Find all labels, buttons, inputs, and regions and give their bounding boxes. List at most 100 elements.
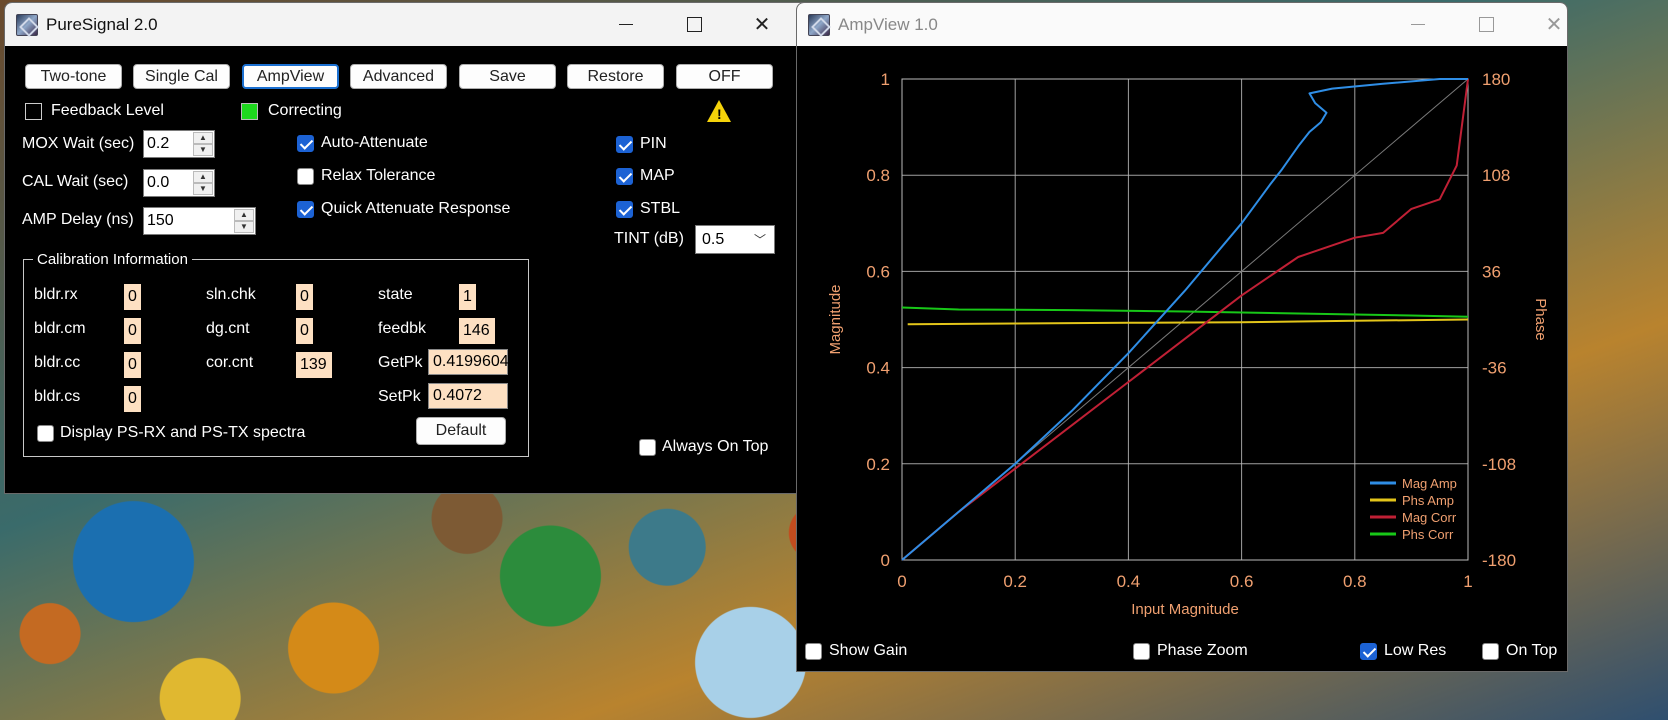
relax-tolerance-label: Relax Tolerance bbox=[321, 167, 436, 184]
map-label: MAP bbox=[640, 167, 675, 184]
relax-tolerance-checkbox[interactable] bbox=[297, 168, 314, 185]
display-spectra-label: Display PS-RX and PS-TX spectra bbox=[60, 424, 306, 441]
quick-attenuate-label: Quick Attenuate Response bbox=[321, 200, 511, 217]
bldr-rx-value: 0 bbox=[124, 284, 141, 310]
amp-delay-stepper[interactable]: 150 ▲ ▼ bbox=[143, 207, 256, 235]
restore-button[interactable]: Restore bbox=[567, 64, 664, 89]
cor-cnt-label: cor.cnt bbox=[206, 354, 254, 371]
tint-label: TINT (dB) bbox=[614, 230, 684, 247]
stbl-checkbox[interactable] bbox=[616, 201, 633, 218]
x-tick-label: 0.6 bbox=[1230, 572, 1254, 591]
feedback-level-label: Feedback Level bbox=[51, 102, 164, 119]
minimize-icon[interactable] bbox=[1383, 3, 1453, 46]
minimize-icon[interactable] bbox=[591, 3, 661, 46]
y-tick-label: 0.8 bbox=[866, 166, 890, 185]
series-line-phs-corr bbox=[901, 306, 1469, 318]
down-arrow-icon[interactable]: ▼ bbox=[234, 221, 254, 233]
bldr-rx-label: bldr.rx bbox=[34, 286, 78, 303]
y2-tick-label: 36 bbox=[1482, 262, 1501, 281]
app-icon bbox=[16, 13, 38, 36]
show-gain-label: Show Gain bbox=[829, 642, 908, 659]
y-tick-label: 0.6 bbox=[866, 262, 890, 281]
phase-zoom-checkbox[interactable] bbox=[1133, 643, 1150, 660]
titlebar[interactable]: AmpView 1.0 ✕ bbox=[797, 3, 1567, 46]
save-button[interactable]: Save bbox=[459, 64, 556, 89]
cal-wait-stepper[interactable]: 0.0 ▲ ▼ bbox=[143, 169, 215, 197]
window-title: PureSignal 2.0 bbox=[46, 14, 158, 34]
tint-dropdown[interactable]: 0.5 ﹀ bbox=[695, 225, 775, 254]
maximize-icon[interactable] bbox=[1451, 3, 1521, 46]
tint-value: 0.5 bbox=[702, 230, 725, 248]
always-on-top-label: Always On Top bbox=[662, 438, 769, 455]
cor-cnt-value: 139 bbox=[296, 352, 332, 378]
puresignal-window: PureSignal 2.0 ✕ Two-tone Single Cal Amp… bbox=[4, 2, 842, 494]
close-icon[interactable]: ✕ bbox=[727, 3, 797, 46]
advanced-button[interactable]: Advanced bbox=[350, 64, 447, 89]
state-value: 1 bbox=[459, 284, 476, 310]
bldr-cs-label: bldr.cs bbox=[34, 388, 81, 405]
y2-tick-label: -36 bbox=[1482, 359, 1507, 378]
y-tick-label: 0.4 bbox=[866, 359, 890, 378]
display-spectra-checkbox[interactable] bbox=[37, 425, 54, 442]
ampview-window: AmpView 1.0 ✕ 0 0.2 0.4 0.6 0.8 1 0 -180 0.2 -108… bbox=[796, 2, 1568, 672]
feedbk-value: 146 bbox=[459, 318, 495, 344]
close-icon[interactable]: ✕ bbox=[1519, 3, 1567, 46]
amp-delay-value: 150 bbox=[147, 212, 174, 229]
feedback-level-checkbox[interactable] bbox=[25, 103, 42, 120]
phase-zoom-label: Phase Zoom bbox=[1157, 642, 1248, 659]
y2-tick-label: -108 bbox=[1482, 455, 1516, 474]
up-arrow-icon[interactable]: ▲ bbox=[193, 132, 213, 144]
x-tick-label: 1 bbox=[1463, 572, 1472, 591]
off-button[interactable]: OFF bbox=[676, 64, 773, 89]
ampview-button[interactable]: AmpView bbox=[242, 64, 339, 89]
bldr-cm-label: bldr.cm bbox=[34, 320, 86, 337]
show-gain-checkbox[interactable] bbox=[805, 643, 822, 660]
low-res-label: Low Res bbox=[1384, 642, 1447, 659]
amp-delay-label: AMP Delay (ns) bbox=[22, 211, 134, 228]
getpk-value: 0.4199604 bbox=[428, 349, 509, 375]
state-label: state bbox=[378, 286, 413, 303]
bldr-cm-value: 0 bbox=[124, 318, 141, 344]
legend-label: Mag Corr bbox=[1402, 510, 1457, 525]
down-arrow-icon[interactable]: ▼ bbox=[193, 144, 213, 156]
bldr-cc-label: bldr.cc bbox=[34, 354, 81, 371]
series-line-phs-amp bbox=[907, 318, 1469, 326]
calibration-info-title: Calibration Information bbox=[33, 251, 192, 268]
y2-tick-label: 180 bbox=[1482, 70, 1510, 89]
pin-checkbox[interactable] bbox=[616, 136, 633, 153]
window-title: AmpView 1.0 bbox=[838, 14, 938, 34]
on-top-checkbox[interactable] bbox=[1482, 643, 1499, 660]
down-arrow-icon[interactable]: ▼ bbox=[193, 183, 213, 195]
y-axis-label: Magnitude bbox=[827, 284, 844, 354]
getpk-label: GetPk bbox=[378, 354, 423, 371]
correcting-label: Correcting bbox=[268, 102, 342, 119]
mox-wait-value: 0.2 bbox=[147, 135, 170, 152]
cal-wait-value: 0.0 bbox=[147, 174, 170, 191]
map-checkbox[interactable] bbox=[616, 168, 633, 185]
always-on-top-checkbox[interactable] bbox=[639, 439, 656, 456]
single-cal-button[interactable]: Single Cal bbox=[133, 64, 230, 89]
low-res-checkbox[interactable] bbox=[1360, 643, 1377, 660]
cal-wait-label: CAL Wait (sec) bbox=[22, 173, 129, 190]
x-tick-label: 0.2 bbox=[1003, 572, 1027, 591]
on-top-label: On Top bbox=[1506, 642, 1558, 659]
bldr-cs-value: 0 bbox=[124, 386, 141, 412]
auto-attenuate-checkbox[interactable] bbox=[297, 135, 314, 152]
x-tick-label: 0.8 bbox=[1343, 572, 1367, 591]
up-arrow-icon[interactable]: ▲ bbox=[193, 171, 213, 183]
mox-wait-stepper[interactable]: 0.2 ▲ ▼ bbox=[143, 130, 215, 158]
maximize-icon[interactable] bbox=[659, 3, 729, 46]
y2-tick-label: -180 bbox=[1482, 551, 1516, 570]
titlebar[interactable]: PureSignal 2.0 ✕ bbox=[5, 3, 841, 46]
quick-attenuate-checkbox[interactable] bbox=[297, 201, 314, 218]
pin-label: PIN bbox=[640, 135, 667, 152]
bldr-cc-value: 0 bbox=[124, 352, 141, 378]
warning-icon-mark: ! bbox=[717, 106, 722, 122]
y2-axis-label: Phase bbox=[1532, 298, 1549, 341]
amp-chart: 0 0.2 0.4 0.6 0.8 1 0 -180 0.2 -108 0.4 -36 0.6 36 0.8… bbox=[827, 70, 1549, 618]
up-arrow-icon[interactable]: ▲ bbox=[234, 209, 254, 221]
y-tick-label: 1 bbox=[881, 70, 890, 89]
default-button[interactable]: Default bbox=[416, 417, 506, 445]
two-tone-button[interactable]: Two-tone bbox=[25, 64, 122, 89]
y-tick-label: 0.2 bbox=[866, 455, 890, 474]
